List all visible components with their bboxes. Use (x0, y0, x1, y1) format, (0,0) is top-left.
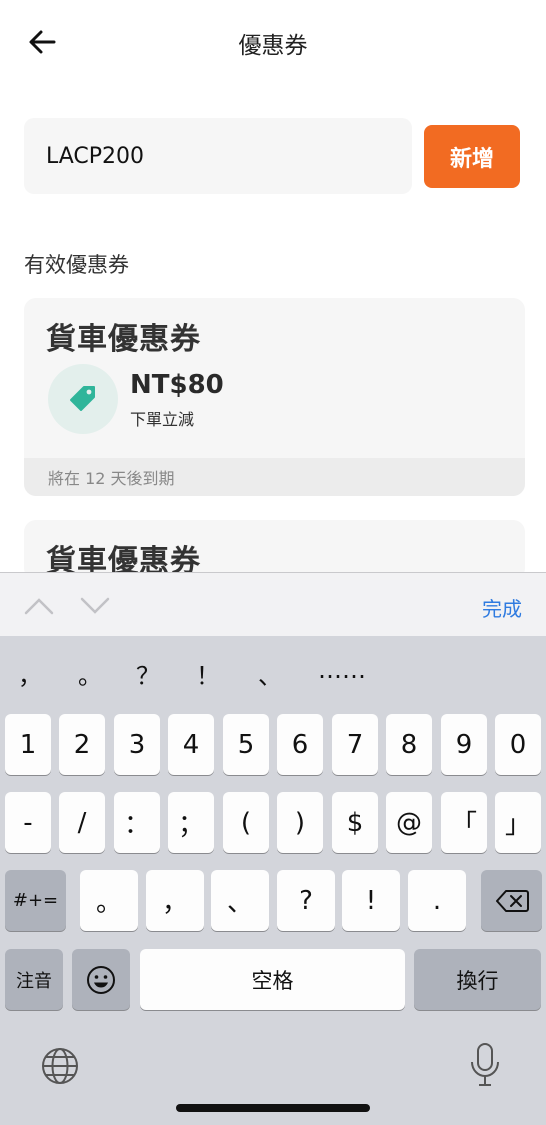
key-symbol[interactable]: ) (277, 792, 323, 853)
key-3[interactable]: 3 (114, 714, 160, 775)
chevron-down-icon[interactable] (80, 591, 110, 621)
key-symbol[interactable]: 、 (211, 870, 269, 931)
key-1[interactable]: 1 (5, 714, 51, 775)
add-coupon-button[interactable]: 新增 (424, 125, 520, 188)
header: 優惠券 (0, 0, 546, 84)
key-2[interactable]: 2 (59, 714, 105, 775)
key-symbol[interactable]: . (408, 870, 466, 931)
key-symbol[interactable]: ； (168, 792, 214, 853)
emoji-key[interactable] (72, 949, 130, 1010)
punctuation-key[interactable]: ， (10, 656, 50, 691)
coupon-card[interactable]: 貨車優惠券 NT$80 下單立減 將在 12 天後到期 (24, 298, 525, 496)
done-button[interactable]: 完成 (482, 593, 522, 622)
key-symbol[interactable]: ! (342, 870, 400, 931)
key-symbol[interactable]: - (5, 792, 51, 853)
return-key[interactable]: 換行 (414, 949, 541, 1010)
key-7[interactable]: 7 (332, 714, 378, 775)
key-9[interactable]: 9 (441, 714, 487, 775)
punctuation-key[interactable]: 、 (250, 656, 290, 691)
punctuation-key[interactable]: ！ (188, 656, 228, 691)
backspace-icon (495, 889, 529, 912)
coupon-code-input[interactable]: LACP200 (24, 118, 412, 194)
page-title: 優惠券 (238, 33, 308, 59)
microphone-icon[interactable] (468, 1042, 502, 1088)
key-symbol[interactable]: @ (386, 792, 432, 853)
key-symbol[interactable]: / (59, 792, 105, 853)
key-6[interactable]: 6 (277, 714, 323, 775)
coupon-card[interactable]: 貨車優惠券 (24, 520, 525, 580)
keyboard-toolbar: 完成 (0, 572, 546, 636)
punctuation-key[interactable]: 。 (70, 656, 110, 691)
chevron-up-icon[interactable] (24, 591, 54, 621)
zhuyin-key[interactable]: 注音 (5, 949, 63, 1010)
key-symbol[interactable]: 。 (80, 870, 138, 931)
space-key[interactable]: 空格 (140, 949, 405, 1010)
home-indicator (176, 1104, 370, 1112)
section-title: 有效優惠券 (24, 253, 129, 277)
coupon-description: 下單立減 (130, 410, 195, 429)
backspace-key[interactable] (481, 870, 542, 931)
coupon-title: 貨車優惠券 (46, 322, 201, 357)
coupon-expiry: 將在 12 天後到期 (24, 458, 525, 496)
keyboard: 完成 ， 。 ？ ！ 、 …… 1 2 3 4 5 6 7 8 9 0 - / … (0, 572, 546, 1125)
globe-icon[interactable] (40, 1046, 80, 1086)
key-symbol[interactable]: ( (223, 792, 269, 853)
key-symbol[interactable]: $ (332, 792, 378, 853)
key-0[interactable]: 0 (495, 714, 541, 775)
tag-icon (48, 364, 118, 434)
key-5[interactable]: 5 (223, 714, 269, 775)
key-symbol[interactable]: 「 (441, 792, 487, 853)
key-8[interactable]: 8 (386, 714, 432, 775)
punctuation-key[interactable]: ？ (128, 656, 168, 691)
more-symbols-key[interactable]: #+= (5, 870, 66, 931)
punctuation-key[interactable]: …… (312, 656, 372, 684)
emoji-icon (87, 965, 115, 994)
key-symbol[interactable]: 」 (495, 792, 541, 853)
key-symbol[interactable]: ? (277, 870, 335, 931)
key-4[interactable]: 4 (168, 714, 214, 775)
key-symbol[interactable]: ： (114, 792, 160, 853)
key-symbol[interactable]: ， (146, 870, 204, 931)
coupon-amount: NT$80 (130, 370, 224, 400)
